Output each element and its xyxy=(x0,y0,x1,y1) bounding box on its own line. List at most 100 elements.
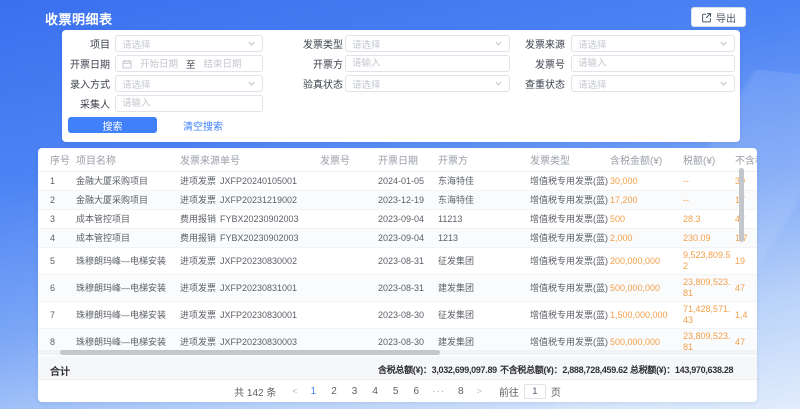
goto-page-input[interactable] xyxy=(524,384,546,399)
table-cell: 进项发票 xyxy=(180,248,220,275)
table-cell: 19 xyxy=(735,248,757,275)
table-cell: 500 xyxy=(610,210,683,229)
column-header: 税额(¥) xyxy=(683,148,735,172)
horizontal-scrollbar[interactable] xyxy=(60,350,440,355)
table-cell: 500,000,000 xyxy=(610,275,683,302)
table-cell: FYBX20230902003 xyxy=(220,210,320,229)
filter-label-issuer: 开票方 xyxy=(263,56,343,71)
prev-page-icon[interactable]: < xyxy=(290,386,299,396)
table-cell: 珠穆朗玛峰—电梯安装 xyxy=(76,248,180,275)
table-cell: 2023-08-30 xyxy=(378,329,438,351)
summary-item-label: 含税总额(¥)： xyxy=(378,365,432,375)
page-title: 收票明细表 xyxy=(45,9,113,28)
table-cell xyxy=(320,275,378,302)
project-select[interactable]: 请选择 xyxy=(115,35,263,52)
table-cell: 进项发票 xyxy=(180,302,220,329)
filter-label-invoice-type: 发票类型 xyxy=(263,36,343,51)
table-cell: 成本管控项目 xyxy=(76,229,180,248)
issuer-input[interactable] xyxy=(345,55,510,72)
export-button[interactable]: 导出 xyxy=(691,7,746,27)
invoice-type-select[interactable]: 请选择 xyxy=(345,35,510,52)
table-cell: 3 xyxy=(38,210,76,229)
column-header: 序号 xyxy=(38,148,76,172)
total-count: 共 142 条 xyxy=(234,384,276,399)
page-number[interactable]: 6 xyxy=(409,386,423,397)
filter-label-entry-method: 录入方式 xyxy=(62,76,110,91)
filter-label-collector: 采集人 xyxy=(62,96,110,111)
table-cell: 2,000 xyxy=(610,229,683,248)
table-cell: 9,523,809.52 xyxy=(683,248,735,275)
invoice-no-input[interactable] xyxy=(571,55,735,72)
goto-label: 前往 xyxy=(499,384,519,399)
vertical-scrollbar[interactable] xyxy=(739,168,744,242)
chevron-down-icon xyxy=(247,79,256,88)
summary-item-value: 143,970,638.28 xyxy=(675,365,733,375)
verify-status-select[interactable]: 请选择 xyxy=(345,75,510,92)
next-page-icon[interactable]: > xyxy=(475,386,484,396)
table-cell: 珠穆朗玛峰—电梯安装 xyxy=(76,275,180,302)
table-cell: 金融大厦采购项目 xyxy=(76,172,180,191)
table-cell: 6 xyxy=(38,275,76,302)
table-cell: 2023-08-30 xyxy=(378,302,438,329)
invoice-type-placeholder: 请选择 xyxy=(352,37,381,51)
column-header: 项目名称 xyxy=(76,148,180,172)
column-header: 含税金额(¥) xyxy=(610,148,683,172)
page-number[interactable]: 1 xyxy=(307,386,321,397)
table-cell: 5 xyxy=(38,248,76,275)
table-cell: 23,809,523.81 xyxy=(683,275,735,302)
table-cell xyxy=(320,229,378,248)
header-row: 序号项目名称发票来源单号发票号开票日期开票方发票类型含税金额(¥)税额(¥)不含… xyxy=(38,148,757,172)
column-header: 开票日期 xyxy=(378,148,438,172)
table-cell: 2024-01-05 xyxy=(378,172,438,191)
table-cell: 增值税专用发票(蓝) xyxy=(530,275,610,302)
clear-search-link[interactable]: 清空搜索 xyxy=(183,118,223,133)
invoice-source-select[interactable]: 请选择 xyxy=(571,35,735,52)
filter-label-invoice-no: 发票号 xyxy=(510,56,565,71)
table-cell xyxy=(320,329,378,351)
filter-label-dup-status: 查重状态 xyxy=(510,76,565,91)
table-cell: 征发集团 xyxy=(438,248,530,275)
table-cell: 23,809,523.81 xyxy=(683,329,735,351)
table-cell: 增值税专用发票(蓝) xyxy=(530,229,610,248)
table-cell: 增值税专用发票(蓝) xyxy=(530,172,610,191)
summary-item-value: 2,888,728,459.62 xyxy=(562,365,627,375)
table-cell: 1213 xyxy=(438,229,530,248)
chevron-down-icon xyxy=(494,79,503,88)
table-viewport: 序号项目名称发票来源单号发票号开票日期开票方发票类型含税金额(¥)税额(¥)不含… xyxy=(38,148,757,350)
invoice-date-range[interactable]: 至 xyxy=(115,55,263,72)
table-cell: 230.09 xyxy=(683,229,735,248)
table-cell: 增值税专用发票(蓝) xyxy=(530,248,610,275)
collector-input[interactable] xyxy=(115,95,263,112)
table-cell: JXFP20230830003 xyxy=(220,329,320,351)
page-number[interactable]: 3 xyxy=(348,386,362,397)
table-cell: 增值税专用发票(蓝) xyxy=(530,302,610,329)
verify-status-placeholder: 请选择 xyxy=(352,77,381,91)
table-cell: 珠穆朗玛峰—电梯安装 xyxy=(76,329,180,351)
dup-status-select[interactable]: 请选择 xyxy=(571,75,735,92)
chevron-down-icon xyxy=(719,79,728,88)
page-number[interactable]: 5 xyxy=(389,386,403,397)
table-cell xyxy=(320,210,378,229)
table-row: 4成本管控项目费用报销FYBX202309020032023-09-041213… xyxy=(38,229,757,248)
page-suffix: 页 xyxy=(551,384,561,399)
filter-label-invoice-source: 发票来源 xyxy=(510,36,565,51)
page-number[interactable]: 4 xyxy=(368,386,382,397)
start-date-input[interactable] xyxy=(137,59,181,69)
page-number[interactable]: 8 xyxy=(454,386,468,397)
column-header: 不含税金额(¥) xyxy=(735,148,757,172)
table-cell: 1 xyxy=(38,172,76,191)
search-button[interactable]: 搜索 xyxy=(68,117,157,133)
table-cell: 500,000,000 xyxy=(610,329,683,351)
invoice-table: 序号项目名称发票来源单号发票号开票日期开票方发票类型含税金额(¥)税额(¥)不含… xyxy=(38,148,757,350)
table-cell: 进项发票 xyxy=(180,172,220,191)
table-cell: 增值税专用发票(蓝) xyxy=(530,191,610,210)
summary-tax-excluded-total: 不含税总额(¥)：2,888,728,459.62 xyxy=(500,363,628,376)
table-cell: 2023-08-31 xyxy=(378,275,438,302)
page-ellipsis: ··· xyxy=(430,386,447,397)
page-number[interactable]: 2 xyxy=(327,386,341,397)
table-cell: 1,4 xyxy=(735,302,757,329)
table-cell: 2023-09-04 xyxy=(378,210,438,229)
end-date-input[interactable] xyxy=(201,59,245,69)
table-cell: 30,000 xyxy=(610,172,683,191)
entry-method-select[interactable]: 请选择 xyxy=(115,75,263,92)
